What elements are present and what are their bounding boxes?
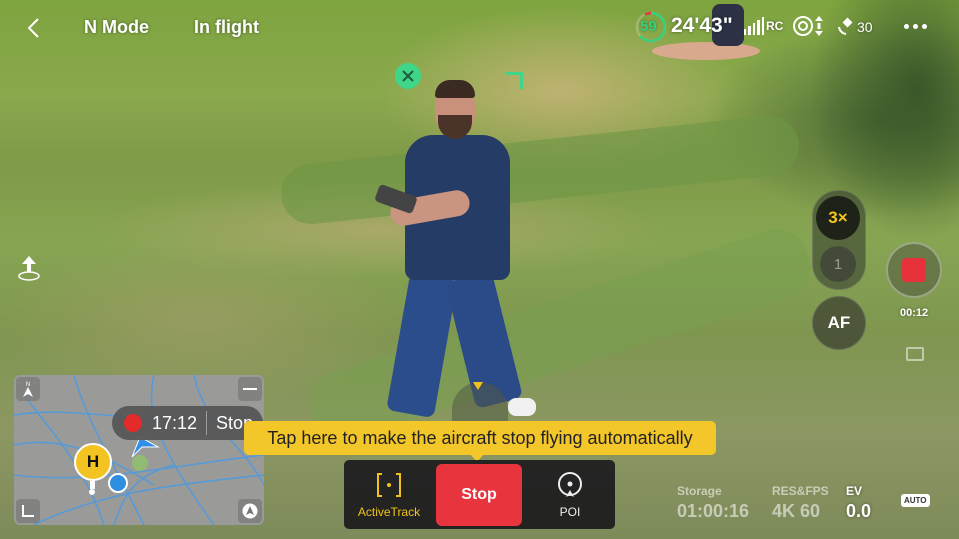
expand-icon [22, 505, 34, 517]
pilot-location-dot [108, 473, 128, 493]
tracking-frame-corner [506, 72, 523, 89]
gps-satellite-count: 30 [857, 19, 873, 35]
cancel-target-button[interactable] [395, 63, 421, 89]
home-marker-dot [89, 489, 95, 495]
return-to-home-icon[interactable] [16, 254, 42, 282]
activetrack-label: ActiveTrack [357, 505, 421, 519]
ev-label: EV [846, 484, 863, 498]
res-fps-label: RES&FPS [772, 484, 829, 498]
compass-arrow-icon [242, 503, 258, 519]
minimize-icon [243, 388, 257, 390]
rc-label: RC [766, 19, 784, 33]
flight-mode[interactable]: N Mode [84, 17, 149, 38]
record-elapsed-time: 00:12 [900, 307, 929, 319]
poi-button[interactable]: POI [526, 460, 614, 529]
stop-square-icon [902, 258, 926, 282]
recording-pill: 17:12 Stop [112, 406, 264, 440]
grass-path [278, 112, 802, 228]
battery-percent: 59 [640, 18, 657, 35]
ev-value[interactable]: 0.0 [846, 501, 871, 522]
storage-value: 01:00:16 [677, 501, 750, 521]
expand-map-button[interactable] [16, 499, 40, 523]
close-icon [402, 70, 414, 82]
res-fps-value[interactable]: 4K 60 [772, 501, 820, 522]
divider [206, 411, 208, 435]
minimap[interactable]: N H [14, 375, 264, 525]
camera-auto-mode-badge[interactable]: AUTO [901, 494, 930, 507]
signal-bars-icon [744, 17, 765, 35]
playback-icon[interactable] [906, 347, 924, 361]
recording-dot-icon [124, 414, 142, 432]
zoom-3x-button[interactable]: 3× [816, 196, 860, 240]
obstacle-avoidance-icon[interactable] [792, 15, 814, 37]
minimize-map-button[interactable] [238, 377, 262, 401]
locate-aircraft-button[interactable] [238, 499, 262, 523]
north-indicator-button[interactable]: N [16, 377, 40, 401]
home-marker-tail [90, 481, 95, 489]
activetrack-icon [377, 473, 401, 497]
more-options-icon[interactable] [904, 24, 927, 29]
recording-duration: 17:12 [152, 412, 198, 433]
vertical-sensor-icon [815, 16, 823, 36]
flight-time-remaining: 24'43" [671, 14, 733, 37]
autofocus-button[interactable]: AF [812, 296, 866, 350]
poi-icon [558, 472, 582, 497]
landing-pad [652, 42, 760, 60]
tracked-subject [374, 80, 540, 420]
activetrack-button[interactable]: ActiveTrack [344, 460, 434, 529]
home-point-marker: H [74, 443, 112, 481]
poi-label: POI [559, 505, 581, 519]
storage-label: Storage [677, 484, 722, 498]
stop-hint-tooltip: Tap here to make the aircraft stop flyin… [244, 421, 716, 455]
record-stop-button[interactable] [886, 242, 942, 298]
zoom-1x-button[interactable]: 1 [820, 246, 856, 282]
back-chevron-icon[interactable] [24, 16, 44, 40]
stop-flight-button[interactable]: Stop [436, 464, 522, 526]
flight-status: In flight [194, 17, 259, 37]
north-arrow-icon: N [23, 382, 33, 397]
satellite-icon [838, 17, 853, 35]
